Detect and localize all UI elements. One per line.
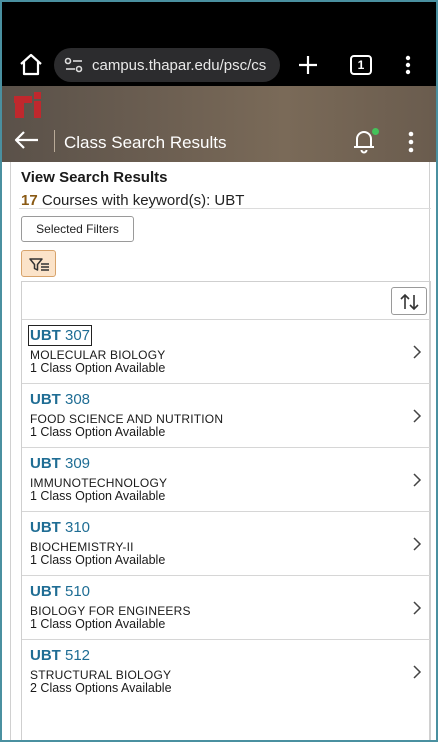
filter-button[interactable] — [21, 250, 56, 277]
search-results-panel: View Search Results 17 Courses with keyw… — [10, 162, 431, 740]
browser-toolbar: campus.thapar.edu/psc/cs 1 — [2, 2, 436, 86]
course-availability: 1 Class Option Available — [30, 489, 166, 503]
course-row[interactable]: UBT 308 FOOD SCIENCE AND NUTRITION 1 Cla… — [22, 383, 430, 447]
course-number: 308 — [65, 391, 91, 408]
university-logo — [14, 92, 41, 118]
course-subject: UBT — [30, 455, 61, 472]
chevron-right-icon[interactable] — [412, 601, 422, 615]
course-subject: UBT — [30, 647, 61, 664]
course-subject: UBT — [30, 327, 61, 344]
vertical-dots-icon[interactable] — [406, 130, 416, 154]
chevron-right-icon[interactable] — [412, 345, 422, 359]
address-bar[interactable]: campus.thapar.edu/psc/cs — [54, 48, 280, 82]
course-title: BIOLOGY FOR ENGINEERS — [30, 604, 191, 618]
header-divider — [54, 130, 55, 152]
course-title: IMMUNOTECHNOLOGY — [30, 476, 168, 490]
tab-switcher-button[interactable]: 1 — [350, 55, 372, 75]
results-count: 17 Courses with keyword(s): UBT — [21, 192, 244, 209]
plus-icon[interactable] — [296, 53, 320, 77]
sort-button[interactable] — [391, 287, 427, 315]
course-row[interactable]: UBT 512 STRUCTURAL BIOLOGY 2 Class Optio… — [22, 639, 430, 703]
arrow-left-icon[interactable] — [12, 128, 40, 152]
phone-screen: campus.thapar.edu/psc/cs 1 Class Search … — [0, 0, 438, 742]
divider — [19, 208, 431, 209]
course-list: UBT 307 MOLECULAR BIOLOGY 1 Class Option… — [21, 281, 431, 740]
course-code-link[interactable]: UBT 512 — [30, 647, 90, 664]
app-header: Class Search Results — [2, 86, 436, 162]
chevron-right-icon[interactable] — [412, 473, 422, 487]
course-code-link[interactable]: UBT 309 — [30, 455, 90, 472]
course-subject: UBT — [30, 583, 61, 600]
filter-icon — [29, 258, 49, 271]
course-number: 510 — [65, 583, 91, 600]
course-row[interactable]: UBT 309 IMMUNOTECHNOLOGY 1 Class Option … — [22, 447, 430, 511]
course-availability: 1 Class Option Available — [30, 361, 166, 375]
course-availability: 1 Class Option Available — [30, 617, 166, 631]
notification-dot — [372, 128, 379, 135]
course-code-link[interactable]: UBT 308 — [30, 391, 90, 408]
course-number: 309 — [65, 455, 91, 472]
course-title: MOLECULAR BIOLOGY — [30, 348, 166, 362]
results-count-number: 17 — [21, 192, 38, 209]
course-row[interactable]: UBT 310 BIOCHEMISTRY-II 1 Class Option A… — [22, 511, 430, 575]
chevron-right-icon[interactable] — [412, 409, 422, 423]
course-rows: UBT 307 MOLECULAR BIOLOGY 1 Class Option… — [22, 319, 430, 703]
course-code-link[interactable]: UBT 310 — [30, 519, 90, 536]
course-code-link[interactable]: UBT 307 — [27, 325, 93, 346]
vertical-dots-icon[interactable] — [402, 53, 414, 77]
chevron-right-icon[interactable] — [412, 537, 422, 551]
course-subject: UBT — [30, 519, 61, 536]
page-header-title: Class Search Results — [64, 133, 227, 152]
url-text[interactable]: campus.thapar.edu/psc/cs — [92, 57, 270, 74]
course-title: BIOCHEMISTRY-II — [30, 540, 134, 554]
course-row[interactable]: UBT 510 BIOLOGY FOR ENGINEERS 1 Class Op… — [22, 575, 430, 639]
course-title: STRUCTURAL BIOLOGY — [30, 668, 172, 682]
sort-arrows-icon — [400, 293, 419, 311]
chevron-right-icon[interactable] — [412, 665, 422, 679]
results-count-text: Courses with keyword(s): UBT — [37, 192, 245, 209]
tune-icon[interactable] — [64, 57, 84, 73]
home-icon[interactable] — [18, 53, 44, 77]
course-availability: 1 Class Option Available — [30, 553, 166, 567]
course-code-link[interactable]: UBT 510 — [30, 583, 90, 600]
course-number: 310 — [65, 519, 91, 536]
course-subject: UBT — [30, 391, 61, 408]
course-number: 512 — [65, 647, 91, 664]
course-row[interactable]: UBT 307 MOLECULAR BIOLOGY 1 Class Option… — [22, 319, 430, 383]
page-title: View Search Results — [21, 169, 168, 186]
course-availability: 1 Class Option Available — [30, 425, 166, 439]
course-availability: 2 Class Options Available — [30, 681, 172, 695]
course-title: FOOD SCIENCE AND NUTRITION — [30, 412, 224, 426]
selected-filters-button[interactable]: Selected Filters — [21, 216, 134, 242]
course-number: 307 — [65, 327, 91, 344]
